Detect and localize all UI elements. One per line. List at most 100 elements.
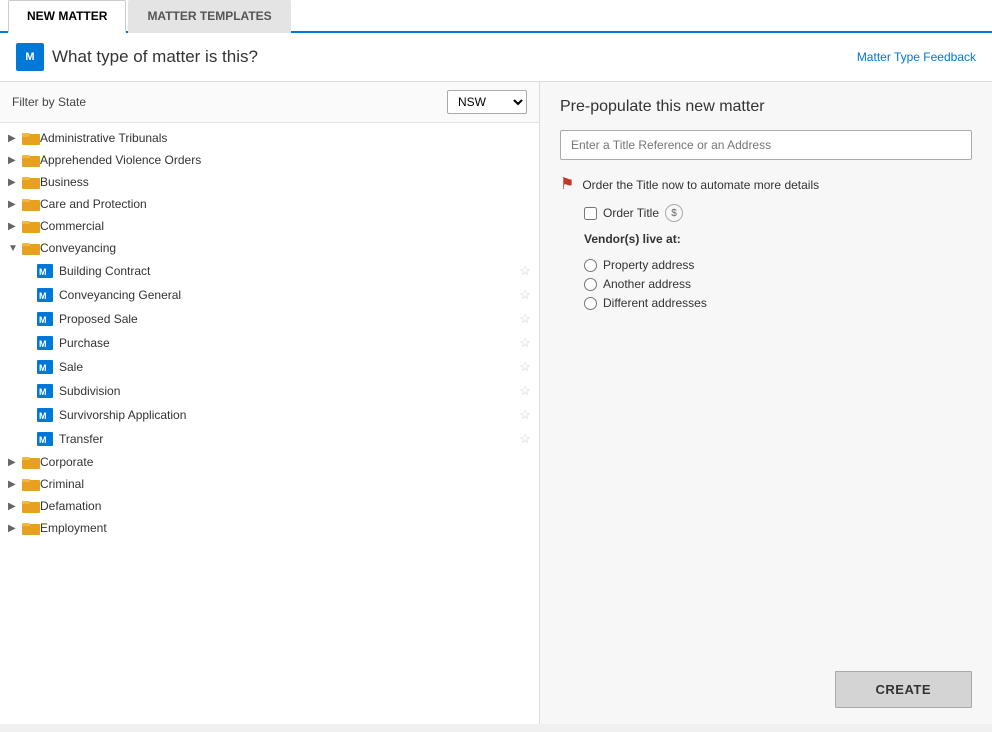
m-badge-icon: M (36, 336, 54, 350)
filter-row: Filter by State NSW VIC QLD SA WA TAS NT… (0, 82, 539, 123)
sub-item-survivorship[interactable]: M Survivorship Application ☆ (0, 403, 539, 427)
expand-arrow: ▼ (8, 243, 22, 254)
m-badge-icon: M (36, 384, 54, 398)
tree-label: Conveyancing (40, 241, 531, 255)
tree-label: Care and Protection (40, 197, 531, 211)
svg-text:M: M (39, 387, 47, 397)
tree-item-criminal[interactable]: ▶ Criminal (0, 473, 539, 495)
expand-arrow: ▶ (8, 177, 22, 188)
star-icon[interactable]: ☆ (519, 263, 531, 279)
folder-icon (22, 455, 40, 469)
sub-item-transfer[interactable]: M Transfer ☆ (0, 427, 539, 451)
tab-new-matter[interactable]: NEW MATTER (8, 0, 126, 33)
radio-label: Another address (603, 277, 691, 291)
tree-item-employment[interactable]: ▶ Employment (0, 517, 539, 539)
star-icon[interactable]: ☆ (519, 335, 531, 351)
bottom-bar: CREATE (560, 310, 972, 708)
filter-label: Filter by State (12, 95, 86, 109)
create-button[interactable]: CREATE (835, 671, 972, 708)
order-title-label: Order the Title now to automate more det… (582, 178, 819, 192)
m-badge-icon: M (36, 408, 54, 422)
tree-label: Survivorship Application (59, 408, 519, 422)
tree-label: Criminal (40, 477, 531, 491)
order-title-row: ⚑ Order the Title now to automate more d… (560, 176, 972, 194)
radio-different-addresses[interactable] (584, 297, 597, 310)
m-badge-icon: M (36, 312, 54, 326)
vendors-label: Vendor(s) live at: (560, 232, 972, 246)
tree-label: Sale (59, 360, 519, 374)
star-icon[interactable]: ☆ (519, 407, 531, 423)
right-panel: Pre-populate this new matter ⚑ Order the… (540, 82, 992, 724)
folder-icon (22, 175, 40, 189)
tree-item-conveyancing[interactable]: ▼ Conveyancing (0, 237, 539, 259)
left-panel: Filter by State NSW VIC QLD SA WA TAS NT… (0, 82, 540, 724)
star-icon[interactable]: ☆ (519, 383, 531, 399)
sub-item-sale[interactable]: M Sale ☆ (0, 355, 539, 379)
tree-label: Corporate (40, 455, 531, 469)
tree-label: Purchase (59, 336, 519, 350)
radio-row-another: Another address (584, 277, 972, 291)
tree-label: Proposed Sale (59, 312, 519, 326)
tree-label: Employment (40, 521, 531, 535)
tabs-bar: NEW MATTER MATTER TEMPLATES (0, 0, 992, 33)
folder-icon (22, 521, 40, 535)
radio-property-address[interactable] (584, 259, 597, 272)
tree-item-admin-trib[interactable]: ▶ Administrative Tribunals (0, 127, 539, 149)
tree-container[interactable]: ▶ Administrative Tribunals ▶ Apprehended… (0, 123, 539, 724)
panel-title: Pre-populate this new matter (560, 98, 972, 116)
svg-text:M: M (39, 339, 47, 349)
tab-matter-templates[interactable]: MATTER TEMPLATES (128, 0, 290, 33)
page-title: What type of matter is this? (52, 47, 258, 67)
expand-arrow: ▶ (8, 457, 22, 468)
sub-item-conveyancing-general[interactable]: M Conveyancing General ☆ (0, 283, 539, 307)
m-badge-icon: M (36, 360, 54, 374)
m-badge-icon: M (36, 432, 54, 446)
expand-arrow: ▶ (8, 199, 22, 210)
sub-item-proposed-sale[interactable]: M Proposed Sale ☆ (0, 307, 539, 331)
state-select[interactable]: NSW VIC QLD SA WA TAS NT ACT (447, 90, 527, 114)
tree-label: Business (40, 175, 531, 189)
feedback-link[interactable]: Matter Type Feedback (857, 50, 976, 64)
svg-text:M: M (39, 363, 47, 373)
m-badge-icon: M (36, 288, 54, 302)
main-layout: Filter by State NSW VIC QLD SA WA TAS NT… (0, 82, 992, 724)
folder-icon (22, 219, 40, 233)
tree-label: Administrative Tribunals (40, 131, 531, 145)
tree-item-business[interactable]: ▶ Business (0, 171, 539, 193)
tree-label: Conveyancing General (59, 288, 519, 302)
expand-arrow: ▶ (8, 155, 22, 166)
order-title-checkbox[interactable] (584, 207, 597, 220)
radio-label: Different addresses (603, 296, 707, 310)
tree-item-corporate[interactable]: ▶ Corporate (0, 451, 539, 473)
star-icon[interactable]: ☆ (519, 311, 531, 327)
sub-item-building-contract[interactable]: M Building Contract ☆ (0, 259, 539, 283)
star-icon[interactable]: ☆ (519, 431, 531, 447)
sub-item-subdivision[interactable]: M Subdivision ☆ (0, 379, 539, 403)
order-section: ⚑ Order the Title now to automate more d… (560, 176, 972, 310)
star-icon[interactable]: ☆ (519, 359, 531, 375)
tree-item-commercial[interactable]: ▶ Commercial (0, 215, 539, 237)
expand-arrow: ▶ (8, 221, 22, 232)
radio-row-different: Different addresses (584, 296, 972, 310)
order-title-checkbox-label: Order Title (603, 206, 659, 220)
tree-item-care[interactable]: ▶ Care and Protection (0, 193, 539, 215)
svg-text:M: M (39, 411, 47, 421)
checkbox-row: Order Title $ (560, 204, 972, 222)
folder-icon (22, 241, 40, 255)
tree-label: Transfer (59, 432, 519, 446)
header-left: M What type of matter is this? (16, 43, 258, 71)
radio-row-property: Property address (584, 258, 972, 272)
tree-item-apprehended[interactable]: ▶ Apprehended Violence Orders (0, 149, 539, 171)
tree-label: Commercial (40, 219, 531, 233)
tree-item-defamation[interactable]: ▶ Defamation (0, 495, 539, 517)
title-search-input[interactable] (560, 130, 972, 160)
folder-icon (22, 477, 40, 491)
m-badge-icon: M (36, 264, 54, 278)
tree-label: Apprehended Violence Orders (40, 153, 531, 167)
sub-item-purchase[interactable]: M Purchase ☆ (0, 331, 539, 355)
radio-another-address[interactable] (584, 278, 597, 291)
tree-label: Defamation (40, 499, 531, 513)
star-icon[interactable]: ☆ (519, 287, 531, 303)
expand-arrow: ▶ (8, 501, 22, 512)
folder-icon (22, 499, 40, 513)
